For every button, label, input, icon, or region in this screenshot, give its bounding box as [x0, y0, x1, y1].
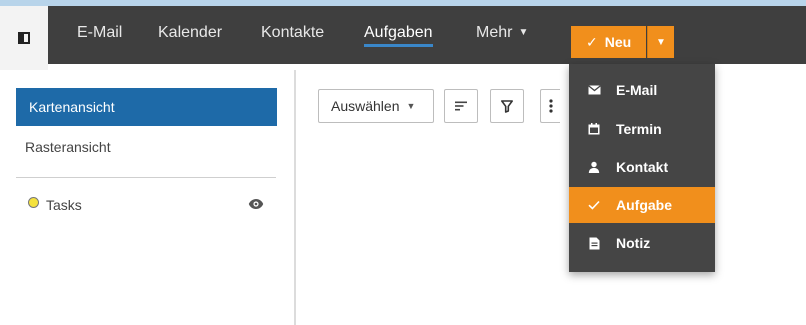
chevron-down-icon: ▼	[656, 36, 666, 48]
envelope-icon	[587, 83, 601, 97]
select-dropdown[interactable]: Auswählen ▼	[318, 89, 434, 123]
menu-item-note[interactable]: Notiz	[569, 225, 715, 261]
new-button-label: Neu	[604, 34, 632, 50]
menu-item-task[interactable]: Aufgabe	[569, 187, 715, 223]
sort-icon	[455, 101, 467, 111]
more-vertical-icon	[548, 99, 553, 113]
nav-more-label: Mehr	[476, 24, 513, 41]
checkmark-icon	[587, 198, 601, 212]
sidebar-divider[interactable]	[294, 70, 296, 325]
menu-item-email[interactable]: E-Mail	[569, 72, 715, 108]
person-icon	[587, 160, 601, 174]
chevron-down-icon: ▼	[406, 101, 416, 111]
sort-button[interactable]	[444, 89, 478, 123]
panel-toggle-icon	[18, 32, 30, 44]
menu-item-contact[interactable]: Kontakt	[569, 149, 715, 185]
menu-item-label: Notiz	[616, 235, 651, 251]
filter-icon	[501, 99, 513, 113]
checkmark-icon: ✓	[586, 33, 598, 50]
menu-item-appointment[interactable]: Termin	[569, 111, 715, 147]
nav-calendar[interactable]: Kalender	[158, 22, 222, 44]
sidebar-separator	[16, 177, 276, 178]
eye-icon[interactable]	[248, 198, 264, 210]
note-icon	[587, 236, 601, 250]
more-options-button[interactable]	[540, 89, 560, 123]
menu-item-label: Kontakt	[616, 159, 669, 175]
nav-tasks[interactable]: Aufgaben	[364, 22, 433, 47]
view-grid-view[interactable]: Rasteransicht	[25, 136, 111, 158]
calendar-icon	[587, 122, 601, 136]
new-item-menu: E-Mail Termin Kontakt Aufgabe Notiz	[569, 64, 715, 272]
nav-contacts[interactable]: Kontakte	[261, 22, 324, 44]
menu-item-label: Aufgabe	[616, 197, 672, 213]
new-button-dropdown-toggle[interactable]: ▼	[647, 26, 674, 58]
nav-more[interactable]: Mehr ▼	[476, 22, 528, 44]
chevron-down-icon: ▼	[518, 27, 529, 38]
select-label: Auswählen	[331, 98, 400, 114]
menu-item-label: E-Mail	[616, 82, 658, 98]
folder-tasks-label[interactable]: Tasks	[46, 196, 82, 214]
sidebar-toggle-button[interactable]	[0, 6, 48, 70]
menu-item-label: Termin	[616, 121, 662, 137]
nav-email[interactable]: E-Mail	[77, 22, 122, 44]
filter-button[interactable]	[490, 89, 524, 123]
view-card-view[interactable]: Kartenansicht	[16, 88, 277, 126]
new-button[interactable]: ✓ Neu	[571, 26, 646, 58]
folder-color-dot	[28, 197, 39, 208]
